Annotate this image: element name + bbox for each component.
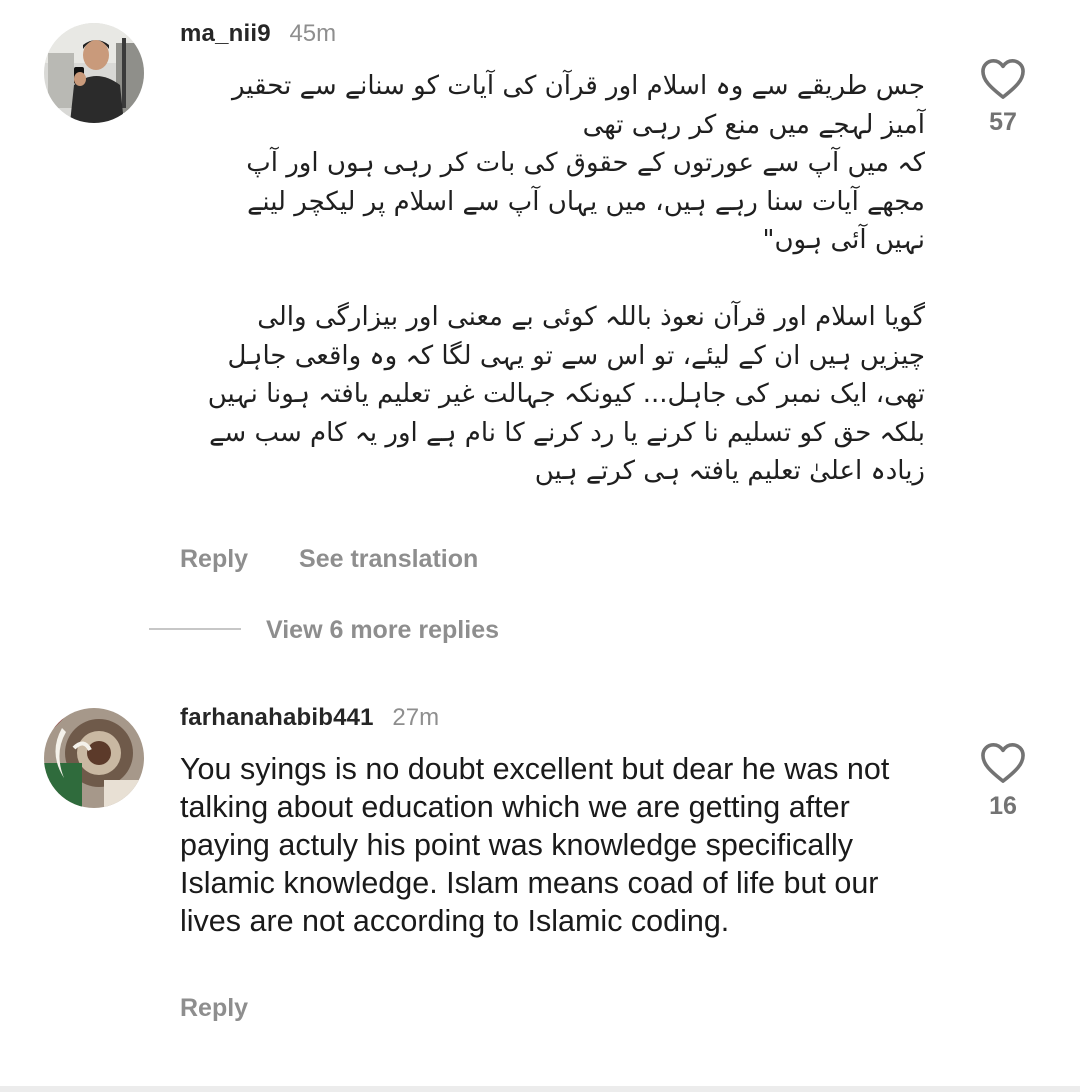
timestamp: 27m xyxy=(392,704,440,731)
like-button[interactable]: 16 xyxy=(968,742,1038,821)
comment-line: بلکہ حق کو تسلیم نا کرنے یا رد کرنے کا ن… xyxy=(209,417,925,448)
comment-header: ma_nii9 45m xyxy=(180,20,336,48)
comment-text: جس طریقے سے وہ اسلام اور قرآن کی آیات کو… xyxy=(165,67,925,491)
see-translation-button[interactable]: See translation xyxy=(299,545,478,574)
replies-divider xyxy=(149,628,241,630)
comment-line: آمیز لہجے میں منع کر رہی تھی xyxy=(582,109,925,140)
view-replies-button[interactable]: View 6 more replies xyxy=(266,616,499,645)
timestamp: 45m xyxy=(289,20,337,47)
comment-header: farhanahabib441 27m xyxy=(180,704,439,732)
username[interactable]: farhanahabib441 xyxy=(180,704,374,731)
comment-text: You syings is no doubt excellent but dea… xyxy=(180,752,890,938)
comment-line: چیزیں ہیں ان کے لیئے، تو اس سے تو یہی لگ… xyxy=(227,340,925,371)
comment-line: تھی، ایک نمبر کی جاہل... کیونکہ جہالت غی… xyxy=(207,379,925,409)
heart-outline-icon[interactable] xyxy=(980,742,1026,784)
reply-button[interactable]: Reply xyxy=(180,545,248,574)
like-button[interactable]: 57 xyxy=(968,58,1038,137)
like-count: 16 xyxy=(989,792,1017,820)
comment-line: نہیں آئی ہوں" xyxy=(762,225,926,255)
username[interactable]: ma_nii9 xyxy=(180,20,271,47)
comment-line: جس طریقے سے وہ اسلام اور قرآن کی آیات کو… xyxy=(231,71,925,101)
avatar[interactable] xyxy=(44,23,144,123)
comment-line: مجھے آیات سنا رہے ہیں، میں یہاں آپ سے اس… xyxy=(247,186,925,217)
comment-actions: Reply xyxy=(180,994,248,1023)
comment-actions: Reply See translation xyxy=(180,545,478,574)
heart-outline-icon[interactable] xyxy=(980,58,1026,100)
avatar[interactable] xyxy=(44,708,144,808)
reply-button[interactable]: Reply xyxy=(180,994,248,1023)
like-count: 57 xyxy=(989,108,1017,136)
comment-line: گویا اسلام اور قرآن نعوذ باللہ کوئی بے م… xyxy=(257,302,925,332)
comment-line: زیادہ اعلیٰ تعلیم یافتہ ہی کرتے ہیں xyxy=(534,456,925,486)
comment-line: کہ میں آپ سے عورتوں کے حقوق کی بات کر رہ… xyxy=(246,148,925,178)
bottom-divider xyxy=(0,1086,1080,1092)
